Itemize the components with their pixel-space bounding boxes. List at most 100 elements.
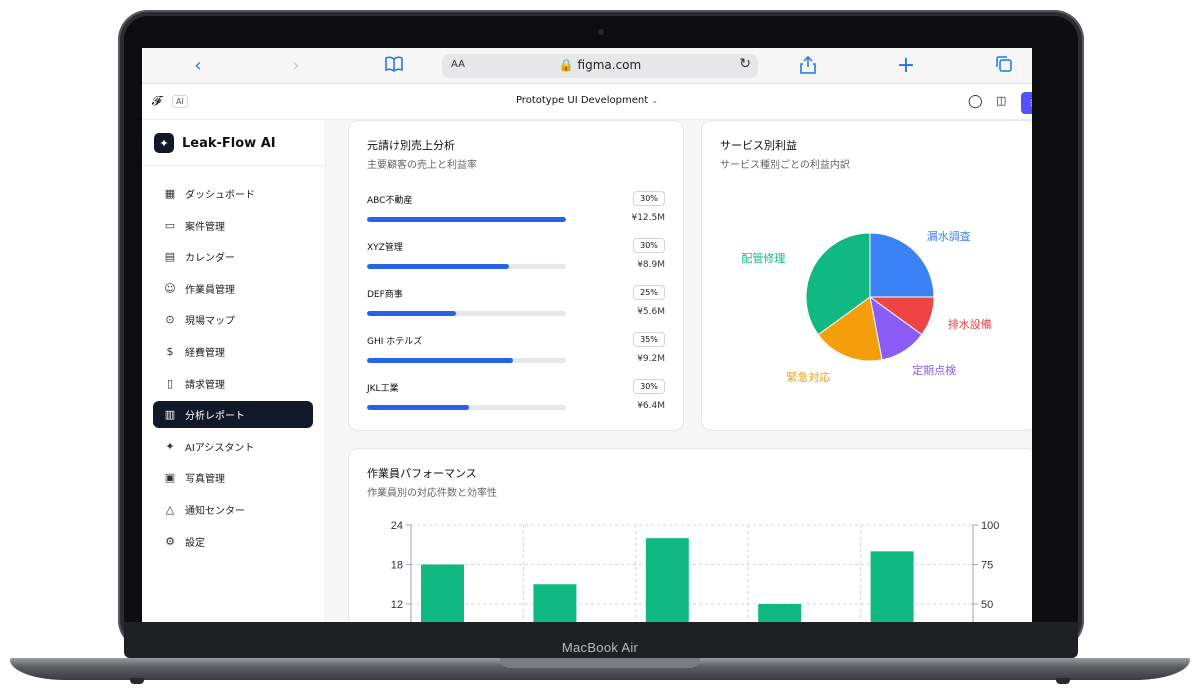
bar[interactable] [645,538,689,622]
client-name: XYZ管理 [367,243,403,253]
sales-amount: ¥5.6M [637,307,665,317]
pie-slice-label: 配管修理 [741,251,786,265]
sales-amount: ¥8.9M [637,260,665,270]
bar-chart: 24 18 12 100 75 50 [391,520,999,623]
share-icon[interactable] [798,55,818,76]
bell-icon: △ [165,502,175,516]
sidebar-item[interactable]: ▯ 請求管理 [153,370,313,397]
project-title[interactable]: Prototype UI Development ⌄ [142,95,1032,106]
sidebar-item[interactable]: ⚙ 設定 [153,528,313,555]
margin-badge: 35% [633,332,665,347]
divider [142,165,326,166]
pie-slice-label: 定期点検 [912,363,957,377]
laptop-foot [130,678,144,684]
bookmarks-icon[interactable] [384,56,404,76]
users-icon: ☺ [164,281,176,295]
sidebar-item[interactable]: ☺ 作業員管理 [153,275,313,302]
share-button[interactable]: 共有 [1021,92,1032,114]
margin-badge: 30% [633,191,665,206]
lock-icon: 🔒 [558,58,574,72]
chevron-down-icon: ⌄ [651,96,659,105]
sidebar-item-label: ダッシュボード [185,190,255,201]
sales-bar-fill [367,405,469,410]
address-bar[interactable]: AA 🔒 figma.com ↻ [442,54,758,78]
bar-chart-icon: ▥ [164,408,176,422]
comment-icon[interactable]: ◯ [968,94,983,109]
margin-badge: 30% [633,379,665,394]
sidebar-item-label: 現場マップ [185,316,235,328]
reload-icon[interactable]: ↻ [739,56,751,72]
sales-bar-track [367,405,566,410]
card-subtitle: 主要顧客の売上と利益率 [367,160,477,171]
sales-bar-fill [367,358,514,363]
main-content: 元請け別売上分析 主要顧客の売上と利益率 ABC不動産 30% ¥12.5M XYZ管… [326,120,1032,622]
y-left-tick-label: 24 [391,520,403,532]
sidebar-nav: ▦ ダッシュボード ▭ 案件管理 ▤ カレンダー ☺ 作業員管理 ⊙ 現場マップ $ 経費管理 ▯ 請求管… [153,180,313,559]
laptop-mockup: ‹ › AA 🔒 figma.com ↻ + 𝓕 AI Prototype UI… [0,0,1200,698]
bar[interactable] [758,604,802,622]
profit-card: サービス別利益 サービス種別ごとの利益内訳 漏水調査 排水設備 定期点検 緊急対応 配管… [701,120,1032,431]
sidebar-item-label: 通知センター [185,505,245,517]
pie-slice-label: 漏水調査 [926,230,971,244]
sidebar-item[interactable]: ▦ ダッシュボード [153,180,313,207]
forward-icon[interactable]: › [286,56,306,76]
calendar-icon: ▤ [164,250,176,264]
receipt-icon: $ [166,344,174,358]
client-name: GHI ホテルズ [367,337,423,347]
card-title: 元請け別売上分析 [367,139,455,152]
bar[interactable] [533,584,577,622]
sales-bar-fill [367,311,457,316]
margin-badge: 30% [633,238,665,253]
pie-slice-label: 緊急対応 [786,370,831,384]
sales-bar-track [367,358,566,363]
sidebar: ✦ Leak-Flow AI ▦ ダッシュボード ▭ 案件管理 ▤ カレンダー ☺ 作業員管理… [142,120,326,622]
sales-bar-track [367,217,566,222]
performance-card: 作業員パフォーマンス 作業員別の対応件数と効率性 24 18 12 100 75 50 [348,448,1032,622]
sidebar-item[interactable]: △ 通知センター [153,496,313,523]
sales-bar-track [367,311,566,316]
y-right-tick-label: 100 [981,520,999,532]
sidebar-item[interactable]: ✦ AIアシスタント [153,433,313,460]
sidebar-item[interactable]: ▥ 分析レポート [153,401,313,429]
grid-icon: ▦ [164,187,176,200]
new-tab-icon[interactable]: + [896,55,916,77]
url-host-text: figma.com [577,58,642,72]
present-icon[interactable]: ◫ [996,94,1006,107]
sidebar-item[interactable]: ⊙ 現場マップ [153,306,313,333]
sidebar-item-label: 経費管理 [185,347,225,359]
y-right-tick-label: 50 [981,599,993,611]
sidebar-item-label: 分析レポート [185,411,245,423]
y-left-tick-label: 12 [391,599,403,611]
brand[interactable]: ✦ Leak-Flow AI [154,132,276,154]
sidebar-item[interactable]: ▣ 写真管理 [153,464,313,491]
map-pin-icon: ⊙ [165,313,175,327]
model-label: MacBook Air [561,640,639,655]
sidebar-item-label: 請求管理 [185,379,225,391]
sidebar-item[interactable]: ▤ カレンダー [153,243,313,270]
sales-amount: ¥6.4M [637,401,665,411]
sales-amount: ¥9.2M [637,354,665,364]
pie-slice[interactable] [869,232,935,298]
laptop-foot [1056,678,1070,684]
tabs-overview-icon[interactable] [994,56,1014,76]
folder-icon: ▭ [164,218,176,232]
sidebar-item-label: 設定 [185,537,205,549]
back-icon[interactable]: ‹ [188,56,208,76]
gear-icon: ⚙ [165,534,175,548]
figma-toolbar: 𝓕 AI Prototype UI Development ⌄ ◯ ◫ 共有 [142,84,1032,120]
sidebar-item[interactable]: ▭ 案件管理 [153,212,313,239]
bar[interactable] [421,564,464,623]
camera-icon [598,29,604,35]
sparkle-icon: ✦ [165,439,175,453]
client-name: JKL工業 [367,384,399,394]
sidebar-item-label: 写真管理 [185,474,225,486]
document-icon: ▯ [166,376,174,390]
sidebar-item[interactable]: $ 経費管理 [153,338,313,365]
sidebar-item-label: カレンダー [185,253,235,265]
brand-name: Leak-Flow AI [182,135,276,151]
y-left-tick-label: 18 [391,560,403,572]
bar[interactable] [870,551,914,622]
sparkle-logo-icon: ✦ [154,133,174,153]
project-title-text: Prototype UI Development [515,95,649,106]
image-icon: ▣ [164,471,176,485]
